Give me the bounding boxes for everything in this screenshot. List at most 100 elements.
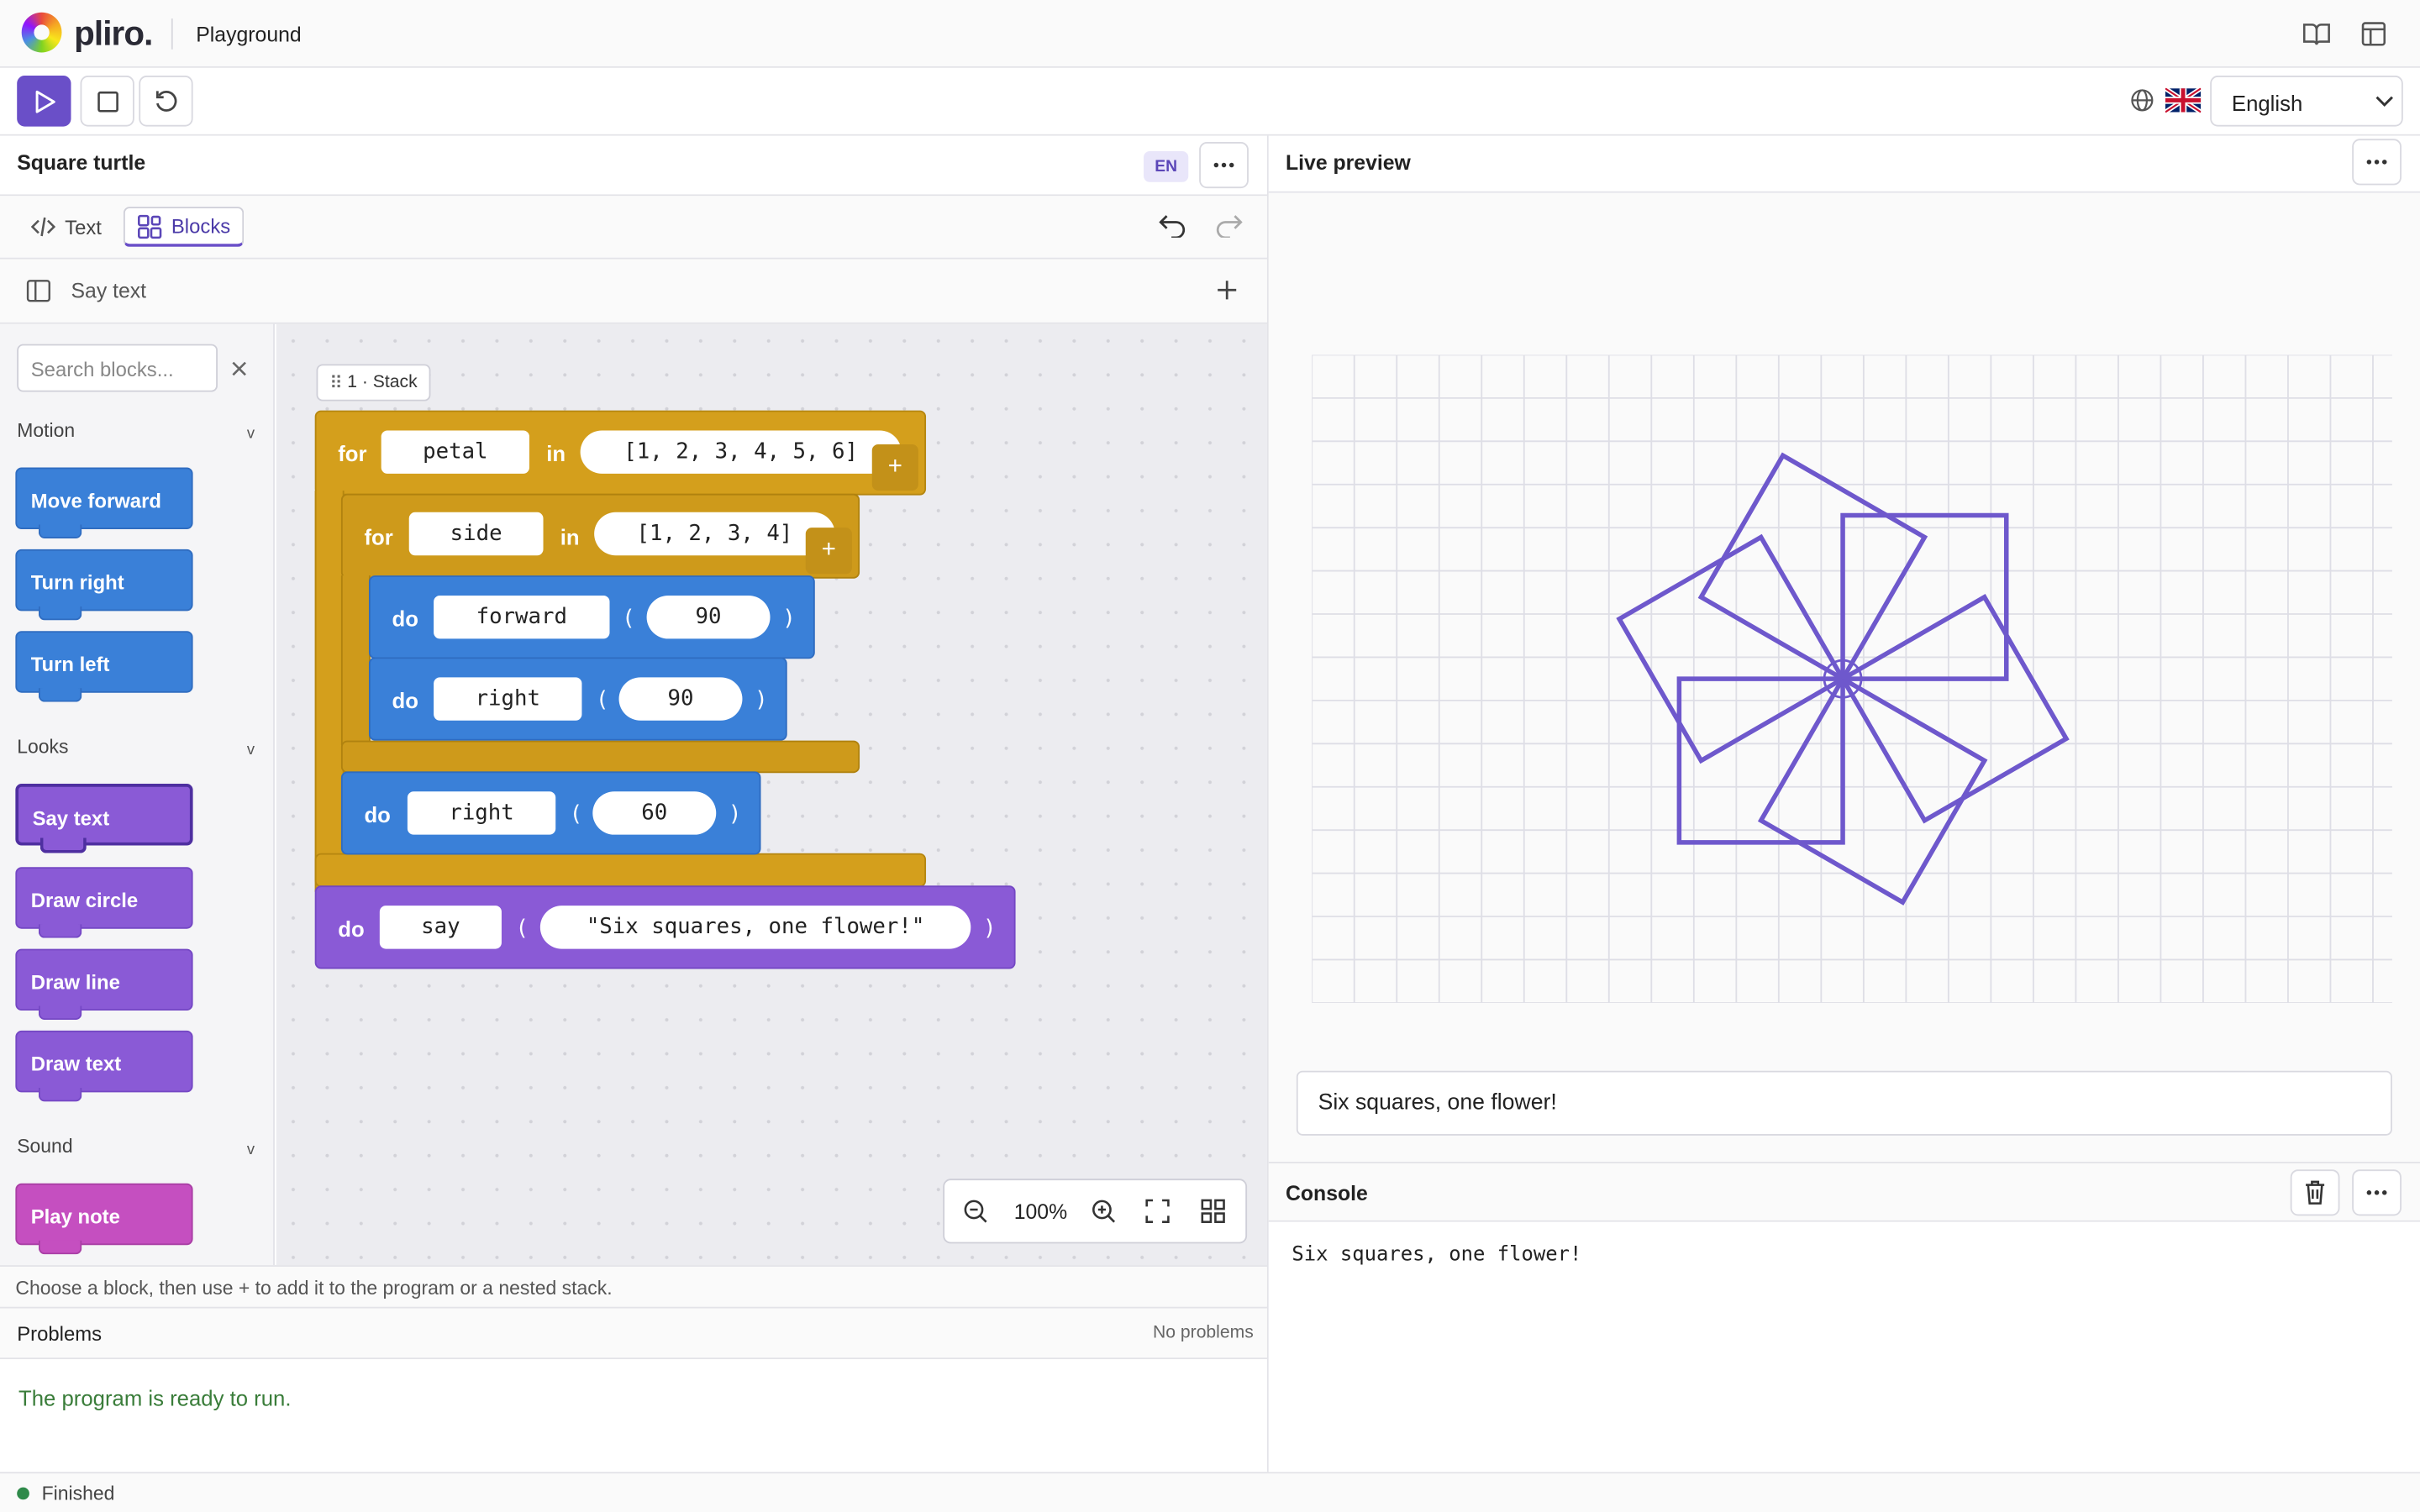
open-paren: ( [595, 688, 609, 713]
open-paren: ( [569, 802, 583, 827]
open-paren: ( [622, 606, 635, 632]
add-to-outer-stack-button[interactable]: + [871, 444, 918, 491]
live-preview-canvas[interactable] [1268, 192, 2420, 1163]
status-dot-icon [17, 1487, 29, 1500]
stack-label[interactable]: ⠿ 1 · Stack [316, 364, 431, 402]
say-arg[interactable]: "Six squares, one flower!" [539, 906, 971, 949]
palette-block-turn-right[interactable]: Turn right [15, 549, 193, 621]
more-icon [2366, 160, 2387, 165]
right2-arg[interactable]: 60 [592, 791, 717, 835]
add-to-inner-stack-button[interactable]: + [805, 528, 852, 575]
clear-console-button[interactable] [2290, 1169, 2340, 1216]
stack-label-text: 1 · Stack [347, 373, 418, 392]
status-text: Finished [41, 1483, 115, 1504]
zoom-controls: 100% [943, 1179, 1248, 1244]
run-button[interactable] [17, 75, 71, 127]
close-paren: ) [755, 688, 768, 713]
add-block-button[interactable] [1215, 278, 1239, 311]
palette-block-play-note[interactable]: Play note [15, 1183, 193, 1255]
blocks-workspace[interactable]: ⠿ 1 · Stack for petal in [1, 2, 3, 4, 5,… [276, 323, 1267, 1266]
close-paren: ) [728, 802, 742, 827]
category-motion[interactable]: Motion [17, 420, 75, 442]
chevron-down-icon [2375, 96, 2393, 107]
close-paren: ) [982, 916, 997, 942]
brand-name: pliro. [74, 13, 153, 53]
more-icon [2366, 1190, 2387, 1195]
in-keyword: in [560, 524, 580, 549]
preview-header: Live preview [1268, 135, 2420, 193]
reset-button[interactable] [139, 75, 193, 127]
fit-to-screen-icon[interactable] [1145, 1199, 1170, 1231]
grid-icon[interactable] [1201, 1199, 1225, 1231]
drag-handle-icon[interactable]: ⠿ [329, 372, 342, 393]
logo-icon [21, 12, 62, 53]
right-arg[interactable]: 90 [618, 677, 743, 721]
clear-search-icon[interactable] [230, 358, 249, 386]
stop-button[interactable] [80, 75, 134, 127]
say-fn-name[interactable]: say [379, 906, 502, 949]
outer-loop-list[interactable]: [1, 2, 3, 4, 5, 6] [580, 430, 902, 474]
chevron-down-icon[interactable]: v [247, 742, 255, 759]
problems-message: The program is ready to run. [18, 1385, 292, 1410]
problems-panel: The program is ready to run. [0, 1359, 1267, 1473]
breadcrumb[interactable]: Playground [196, 24, 301, 47]
close-paren: ) [782, 606, 796, 632]
block-palette: Search blocks... Motion v Move forward T… [0, 323, 275, 1266]
preview-more-button[interactable] [2352, 139, 2402, 186]
tab-blocks-label: Blocks [171, 214, 231, 238]
blocks-icon [138, 213, 162, 239]
right2-fn-name[interactable]: right [407, 791, 556, 835]
do-keyword: do [392, 688, 418, 713]
app-header: pliro. Playground [0, 0, 2420, 68]
run-toolbar: English [0, 67, 2420, 136]
palette-block-draw-line[interactable]: Draw line [15, 948, 193, 1021]
inner-loop-var[interactable]: side [408, 512, 544, 556]
forward-arg[interactable]: 90 [646, 595, 771, 639]
trash-icon [2306, 1180, 2325, 1205]
reset-icon [155, 90, 176, 111]
console-more-button[interactable] [2352, 1169, 2402, 1216]
palette-block-draw-circle[interactable]: Draw circle [15, 867, 193, 938]
zoom-level: 100% [1013, 1200, 1068, 1224]
tab-text-label: Text [65, 215, 102, 239]
palette-block-turn-left[interactable]: Turn left [15, 631, 193, 702]
problems-header: Problems No problems [0, 1308, 1267, 1360]
redo-button[interactable] [1215, 213, 1243, 245]
code-icon [30, 217, 56, 237]
sidebar-toggle-icon[interactable] [26, 279, 50, 310]
category-sound[interactable]: Sound [17, 1136, 72, 1158]
outer-loop-var[interactable]: petal [381, 430, 529, 474]
zoom-in-icon[interactable] [1092, 1199, 1116, 1231]
speech-bubble: Six squares, one flower! [1296, 1070, 2392, 1136]
console-output: Six squares, one flower! [1268, 1221, 2420, 1473]
palette-block-draw-text[interactable]: Draw text [15, 1030, 193, 1102]
chevron-down-icon[interactable]: v [247, 1142, 255, 1158]
block-search-input[interactable]: Search blocks... [17, 344, 218, 392]
for-keyword: for [364, 524, 393, 549]
palette-block-say-text[interactable]: Say text [15, 784, 193, 853]
undo-button[interactable] [1159, 213, 1186, 245]
forward-fn-name[interactable]: forward [434, 595, 610, 639]
language-selected-value: English [2231, 91, 2303, 116]
problems-title: Problems [17, 1322, 103, 1346]
language-select[interactable]: English [2210, 75, 2403, 127]
inner-loop-list[interactable]: [1, 2, 3, 4] [594, 512, 835, 556]
stop-icon [97, 90, 118, 112]
category-looks[interactable]: Looks [17, 736, 68, 758]
zoom-out-icon[interactable] [963, 1199, 987, 1231]
more-icon [1213, 162, 1234, 168]
docs-book-icon[interactable] [2293, 11, 2339, 57]
editor-more-button[interactable] [1199, 141, 1249, 189]
right-fn-name[interactable]: right [434, 677, 582, 721]
palette-block-move-forward[interactable]: Move forward [15, 467, 193, 539]
layout-icon[interactable] [2350, 11, 2396, 57]
problems-summary: No problems [1153, 1323, 1254, 1342]
tab-blocks[interactable]: Blocks [123, 207, 245, 247]
for-loop-outer-footer [314, 853, 927, 888]
do-keyword: do [392, 606, 418, 632]
tab-text[interactable]: Text [18, 207, 114, 247]
chevron-down-icon[interactable]: v [247, 426, 255, 443]
language-badge: EN [1144, 150, 1189, 182]
selected-block-bar: Say text [0, 259, 1267, 324]
plus-icon [1218, 281, 1237, 300]
